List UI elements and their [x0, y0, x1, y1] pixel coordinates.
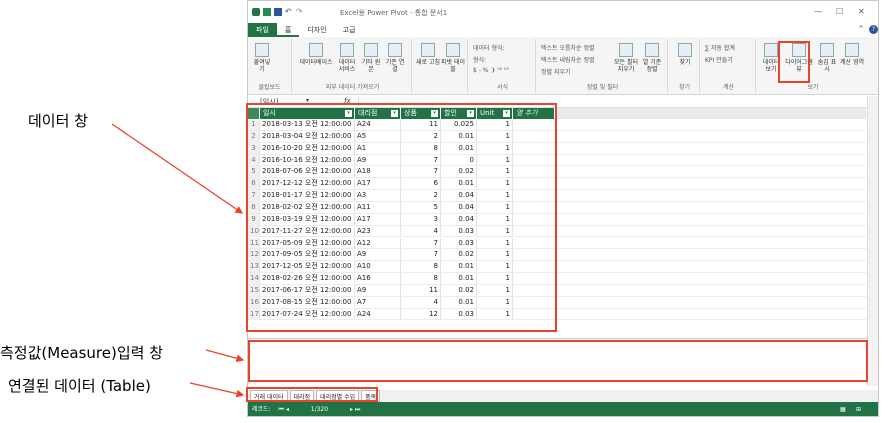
data-window-arrow — [111, 123, 244, 214]
annotation-arrows — [111, 123, 245, 398]
measure-window-arrow — [205, 349, 245, 363]
linked-table-arrow — [189, 382, 245, 398]
